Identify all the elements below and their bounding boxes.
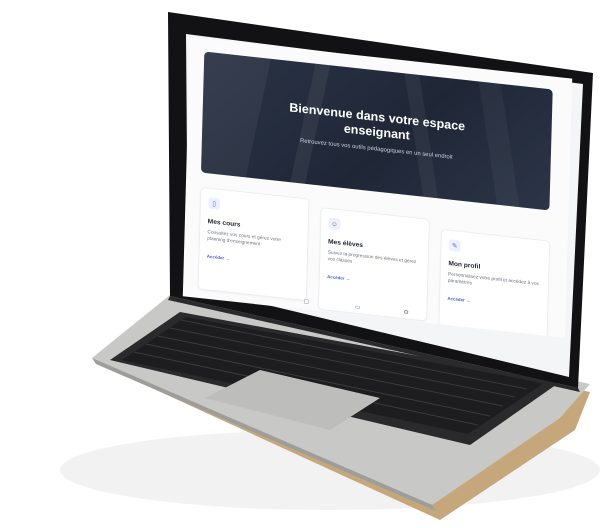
book-icon: ▯ [208, 197, 221, 210]
settings-icon[interactable]: ⚙ [403, 309, 408, 316]
laptop-scene: Bienvenue dans votre espace enseignant R… [0, 0, 600, 528]
calendar-icon[interactable]: ▢ [303, 298, 309, 305]
card-title: Mes élèves [327, 237, 364, 249]
card-mes-cours[interactable]: ▯ Mes cours Consultez vos cours et gérez… [197, 186, 310, 301]
laptop-screen: Bienvenue dans votre espace enseignant R… [182, 37, 573, 338]
card-description: Personnalisez votre profil et accédez à … [447, 271, 539, 287]
hero-banner: Bienvenue dans votre espace enseignant R… [200, 51, 553, 211]
card-description: Consultez vos cours et gérez votre plann… [207, 229, 282, 247]
card-title: Mes cours [207, 217, 241, 229]
profile-icon: ✎ [448, 239, 461, 253]
card-access-link[interactable]: Accéder → [207, 255, 230, 262]
card-access-link[interactable]: Accéder → [327, 275, 350, 282]
message-icon[interactable]: ▭ [355, 303, 361, 310]
students-icon: ☺ [328, 217, 341, 231]
card-description: Suivez la progression des élèves et gére… [327, 249, 417, 265]
card-title: Mon profil [448, 259, 481, 271]
card-access-link[interactable]: Accéder → [447, 297, 470, 304]
